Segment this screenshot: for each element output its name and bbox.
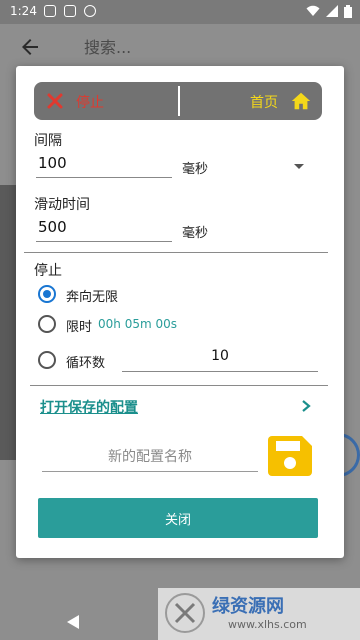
shield-icon	[64, 5, 76, 17]
wifi-icon	[306, 5, 320, 16]
watermark: 绿资源网 www.xlhs.com	[158, 588, 360, 640]
time-limit-value[interactable]: 00h 05m 00s	[98, 317, 177, 331]
watermark-main-text: 绿资源网	[212, 596, 284, 617]
stop-section-title: 停止	[34, 263, 62, 279]
interval-unit-select[interactable]: 毫秒	[182, 158, 208, 177]
status-time: 1:24	[10, 4, 37, 18]
watermark-logo	[165, 593, 205, 633]
watermark-sub-text: www.xlhs.com	[228, 618, 307, 631]
dropdown-arrow-icon[interactable]	[294, 164, 304, 169]
radio-infinite-label[interactable]: 奔向无限	[66, 286, 118, 305]
interval-label: 间隔	[34, 133, 62, 149]
settings-dialog: 停止 首页 间隔 100 毫秒 滑动时间 500 毫秒 停止 奔向无限 限时 0…	[16, 66, 344, 558]
chevron-right-icon[interactable]	[300, 399, 312, 413]
home-icon[interactable]	[290, 90, 312, 112]
back-arrow-icon[interactable]	[18, 35, 42, 59]
open-saved-config-link[interactable]: 打开保存的配置	[40, 397, 138, 417]
notification-icon	[44, 5, 56, 17]
nav-back-icon[interactable]	[66, 614, 80, 630]
status-system-icons	[306, 5, 352, 18]
divider	[30, 385, 328, 386]
control-bar-divider	[178, 86, 180, 116]
background-card	[0, 185, 16, 460]
stop-button[interactable]: 停止	[76, 92, 104, 112]
radio-loop-count[interactable]	[38, 351, 56, 369]
signal-icon	[326, 5, 338, 17]
interval-field[interactable]: 100	[36, 152, 172, 178]
search-input[interactable]	[84, 36, 334, 58]
swipe-time-unit: 毫秒	[182, 226, 209, 241]
app-bar	[0, 24, 360, 70]
radio-time-limit-label[interactable]: 限时	[66, 316, 92, 335]
divider	[24, 252, 328, 253]
control-bar: 停止 首页	[34, 82, 322, 120]
config-name-input[interactable]	[42, 442, 258, 472]
swipe-time-label: 滑动时间	[34, 197, 90, 213]
close-button[interactable]: 关闭	[38, 498, 318, 538]
swipe-time-field[interactable]: 500	[36, 216, 172, 242]
status-bar: 1:24	[0, 0, 360, 24]
sync-icon	[84, 5, 96, 17]
home-button[interactable]: 首页	[250, 92, 278, 112]
status-notification-icons	[44, 5, 96, 17]
loop-count-field[interactable]: 10	[122, 348, 318, 372]
battery-icon	[344, 5, 352, 18]
stop-x-icon[interactable]	[46, 92, 64, 110]
radio-loop-count-label[interactable]: 循环数	[66, 352, 105, 371]
radio-infinite[interactable]	[38, 285, 56, 303]
radio-time-limit[interactable]	[38, 315, 56, 333]
save-icon[interactable]	[268, 436, 312, 476]
